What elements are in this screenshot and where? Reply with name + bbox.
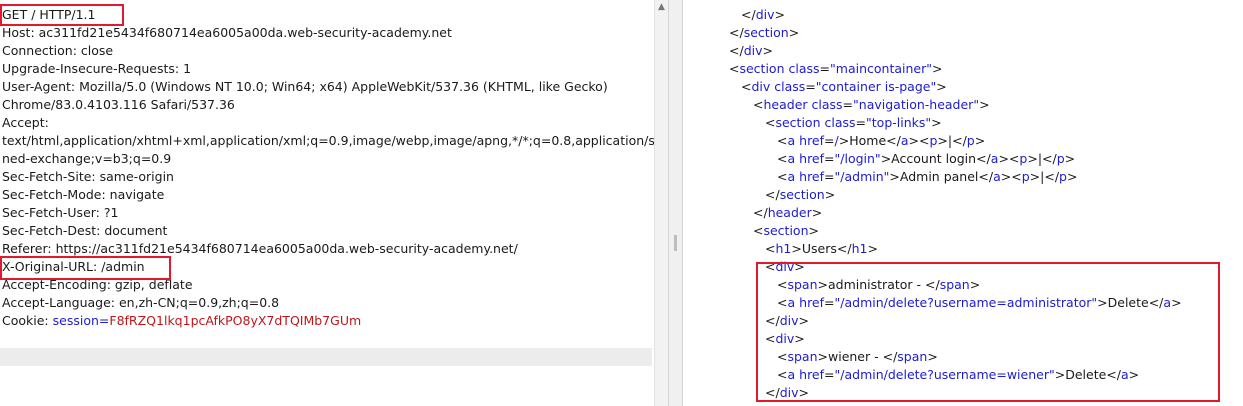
cookie-name: session — [52, 313, 99, 328]
response-code-line: </section> — [765, 187, 836, 202]
response-code-line: <span>administrator - </span> — [777, 277, 981, 292]
cookie-equals: = — [98, 313, 110, 328]
cookie-value: F8fRZQ1lkq1pcAfkPO8yX7dTQIMb7GUm — [109, 313, 362, 328]
response-code-line: <a href=/>Home</a><p>|</p> — [777, 133, 986, 148]
request-header-line: Accept: — [2, 115, 49, 130]
request-header-line: Connection: close — [2, 43, 114, 58]
request-header-line: Sec-Fetch-User: ?1 — [2, 205, 119, 220]
request-empty-line — [0, 348, 652, 366]
response-code-line: <a href="/login">Account login</a><p>|</… — [777, 151, 1076, 166]
request-header-line: User-Agent: Mozilla/5.0 (Windows NT 10.0… — [2, 79, 608, 94]
response-code-line: <span>wiener - </span> — [777, 349, 938, 364]
response-code-line: <header class="navigation-header"> — [753, 97, 990, 112]
response-code-line: </div> — [765, 313, 809, 328]
response-code-line: <div class="container is-page"> — [741, 79, 947, 94]
response-code-line: </div> — [741, 7, 785, 22]
cookie-label: Cookie: — [2, 313, 53, 328]
scroll-up-arrow-icon[interactable]: ▲ — [655, 0, 668, 14]
response-code-line: <a href="/admin">Admin panel</a><p>|</p> — [777, 169, 1078, 184]
response-code-line: <section class="top-links"> — [765, 115, 942, 130]
request-header-line: text/html,application/xhtml+xml,applicat… — [2, 133, 667, 148]
response-code-line: </section> — [729, 25, 800, 40]
request-header-line: Accept-Encoding: gzip, deflate — [2, 277, 193, 292]
response-code-line: <section class="maincontainer"> — [729, 61, 943, 76]
response-code-line: <div> — [765, 331, 805, 346]
response-code-line: <a href="/admin/delete?username=wiener">… — [777, 367, 1140, 382]
request-header-line: Host: ac311fd21e5434f680714ea6005a00da.w… — [2, 25, 452, 40]
response-code-line: <div> — [765, 259, 805, 274]
request-header-line: Upgrade-Insecure-Requests: 1 — [2, 61, 192, 76]
request-header-line: Sec-Fetch-Site: same-origin — [2, 169, 174, 184]
cookie-header-line: Cookie: session=F8fRZQ1lkq1pcAfkPO8yX7dT… — [2, 312, 361, 330]
response-scrollbar[interactable] — [1229, 0, 1243, 406]
request-header-line: Accept-Language: en,zh-CN;q=0.9,zh;q=0.8 — [2, 295, 280, 310]
request-header-line: X-Original-URL: /admin — [2, 259, 145, 274]
request-header-line: Sec-Fetch-Mode: navigate — [2, 187, 165, 202]
response-code-line: <h1>Users</h1> — [765, 241, 878, 256]
response-code-line: </div> — [765, 385, 809, 400]
request-header-line: ned-exchange;v=b3;q=0.9 — [2, 151, 172, 166]
request-editor[interactable]: GET / HTTP/1.1 Host: ac311fd21e5434f68071… — [0, 0, 668, 406]
request-header-line: Sec-Fetch-Dest: document — [2, 223, 168, 238]
splitter-grip-icon[interactable] — [674, 235, 677, 251]
request-scrollbar[interactable]: ▲ — [654, 0, 668, 406]
response-code-line: </header> — [753, 205, 823, 220]
request-line: GET / HTTP/1.1 — [2, 7, 96, 22]
request-header-line: Referer: https://ac311fd21e5434f680714ea… — [2, 241, 518, 256]
request-header-line: Chrome/83.0.4103.116 Safari/537.36 — [2, 97, 235, 112]
response-code-line: <a href="/admin/delete?username=administ… — [777, 295, 1182, 310]
response-code-line: <section> — [753, 223, 819, 238]
response-viewer[interactable]: </div> </section> </div> <section class="ma… — [683, 0, 1243, 406]
pane-splitter[interactable] — [668, 0, 683, 406]
response-code-line: </div> — [729, 43, 773, 58]
